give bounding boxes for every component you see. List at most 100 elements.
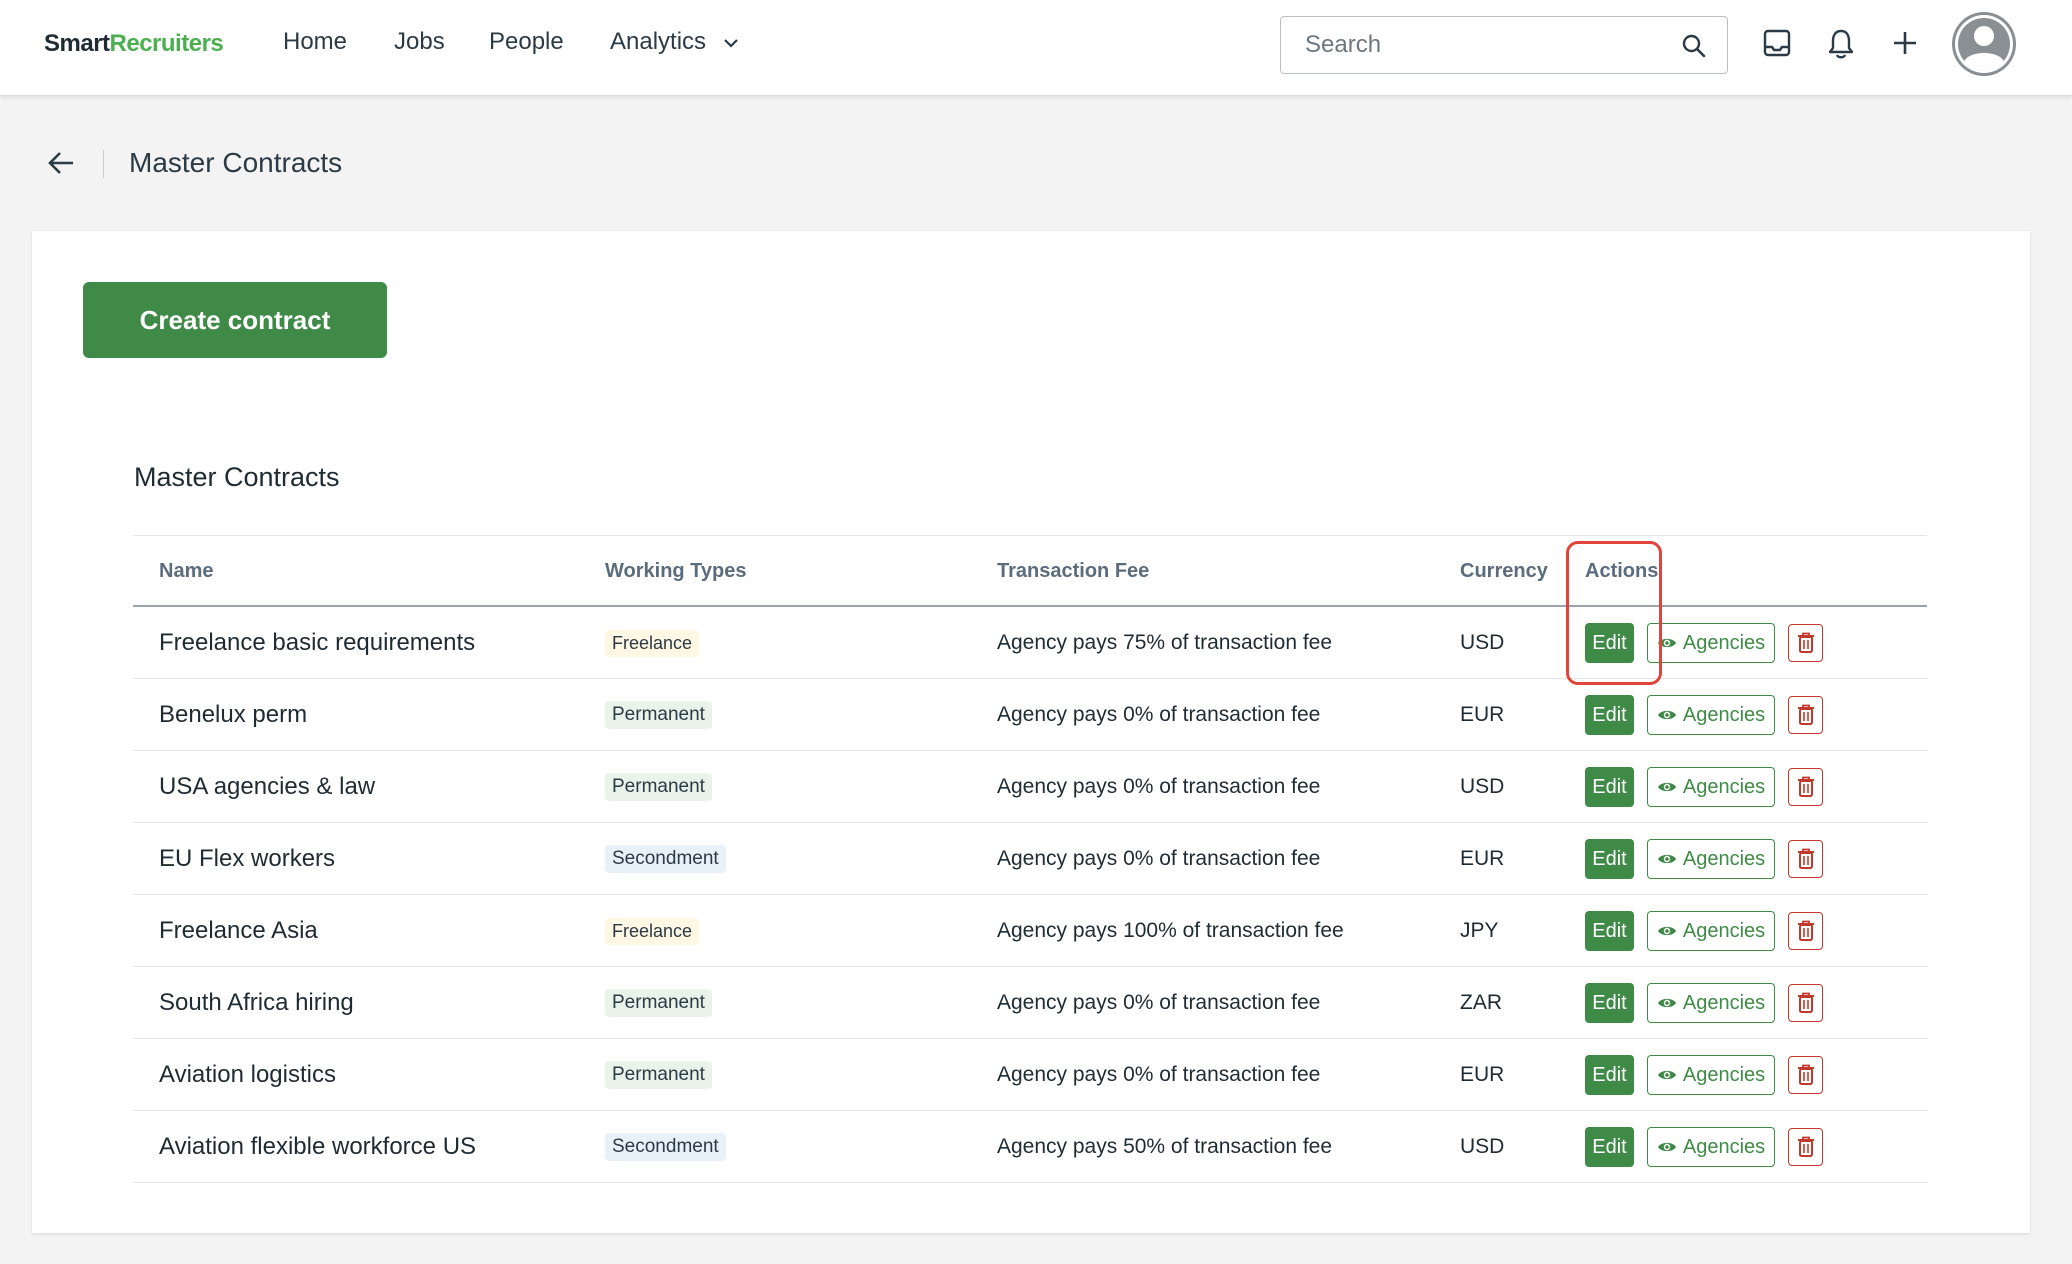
- eye-icon: [1657, 854, 1676, 864]
- working-type-badge: Freelance: [605, 629, 700, 657]
- delete-button[interactable]: [1788, 1128, 1823, 1166]
- contracts-table: Name Working Types Transaction Fee Curre…: [133, 535, 1927, 1183]
- search-input[interactable]: [1305, 29, 1665, 61]
- agencies-button[interactable]: Agencies: [1647, 911, 1775, 951]
- delete-button[interactable]: [1788, 768, 1823, 806]
- row-actions: Edit Agencies: [1585, 1111, 1823, 1183]
- trash-icon: [1797, 920, 1814, 941]
- transaction-fee: Agency pays 50% of transaction fee: [997, 1135, 1333, 1158]
- trash-icon: [1797, 992, 1814, 1013]
- chevron-down-icon: [723, 38, 738, 48]
- contract-name: Benelux perm: [159, 701, 308, 728]
- currency: EUR: [1460, 1063, 1505, 1086]
- agencies-button[interactable]: Agencies: [1647, 623, 1775, 663]
- trash-icon: [1797, 1136, 1814, 1157]
- currency: EUR: [1460, 847, 1505, 870]
- transaction-fee: Agency pays 0% of transaction fee: [997, 1063, 1321, 1086]
- logo-text-smart: Smart: [44, 30, 110, 57]
- eye-icon: [1657, 998, 1676, 1008]
- eye-icon: [1657, 710, 1676, 720]
- row-actions: Edit Agencies: [1585, 895, 1823, 967]
- delete-button[interactable]: [1788, 1056, 1823, 1094]
- agencies-button[interactable]: Agencies: [1647, 1127, 1775, 1167]
- working-type-badge: Secondment: [605, 845, 726, 873]
- edit-button[interactable]: Edit: [1585, 1127, 1634, 1167]
- column-header-working-types[interactable]: Working Types: [605, 560, 747, 583]
- edit-button[interactable]: Edit: [1585, 1055, 1634, 1095]
- eye-icon: [1657, 1142, 1676, 1152]
- table-row: EU Flex workers Secondment Agency pays 0% …: [133, 823, 1927, 895]
- contract-name: South Africa hiring: [159, 989, 354, 1016]
- create-contract-button[interactable]: Create contract: [83, 282, 387, 358]
- inbox-icon[interactable]: [1762, 28, 1792, 58]
- avatar[interactable]: [1952, 12, 2016, 76]
- column-header-transaction-fee[interactable]: Transaction Fee: [997, 560, 1149, 583]
- agencies-button[interactable]: Agencies: [1647, 839, 1775, 879]
- eye-icon: [1657, 926, 1676, 936]
- agencies-label: Agencies: [1682, 1063, 1766, 1086]
- table-row: Freelance basic requirements Freelance Age…: [133, 607, 1927, 679]
- agencies-button[interactable]: Agencies: [1647, 767, 1775, 807]
- contracts-card: Create contract Master Contracts Name Wo…: [32, 231, 2030, 1233]
- currency: EUR: [1460, 703, 1505, 726]
- agencies-button[interactable]: Agencies: [1647, 1055, 1775, 1095]
- contract-name: Aviation flexible workforce US: [159, 1133, 477, 1160]
- edit-button[interactable]: Edit: [1585, 623, 1634, 663]
- plus-icon[interactable]: [1890, 28, 1920, 58]
- transaction-fee: Agency pays 0% of transaction fee: [997, 775, 1321, 798]
- working-type-badge: Secondment: [605, 1133, 726, 1161]
- delete-button[interactable]: [1788, 912, 1823, 950]
- contract-name: EU Flex workers: [159, 845, 336, 872]
- nav-analytics[interactable]: Analytics: [610, 28, 739, 56]
- eye-icon: [1657, 782, 1676, 792]
- edit-button[interactable]: Edit: [1585, 983, 1634, 1023]
- top-navigation: SmartRecruiters Home Jobs People Analyti…: [0, 0, 2072, 96]
- edit-button[interactable]: Edit: [1585, 695, 1634, 735]
- table-body: Freelance basic requirements Freelance Age…: [133, 607, 1927, 1183]
- bell-icon[interactable]: [1826, 28, 1856, 60]
- edit-button[interactable]: Edit: [1585, 767, 1634, 807]
- delete-button[interactable]: [1788, 984, 1823, 1022]
- nav-people[interactable]: People: [489, 28, 564, 56]
- agencies-label: Agencies: [1682, 1135, 1766, 1158]
- row-actions: Edit Agencies: [1585, 607, 1823, 679]
- row-actions: Edit Agencies: [1585, 679, 1823, 751]
- search-icon[interactable]: [1681, 33, 1707, 59]
- agencies-label: Agencies: [1682, 703, 1766, 726]
- row-actions: Edit Agencies: [1585, 751, 1823, 823]
- currency: JPY: [1460, 919, 1499, 942]
- search-box[interactable]: [1280, 16, 1728, 74]
- nav-jobs[interactable]: Jobs: [394, 28, 445, 56]
- page-title: Master Contracts: [129, 147, 343, 178]
- table-row: Benelux perm Permanent Agency pays 0% of t…: [133, 679, 1927, 751]
- trash-icon: [1797, 632, 1814, 653]
- agencies-button[interactable]: Agencies: [1647, 695, 1775, 735]
- back-arrow-icon[interactable]: [46, 148, 76, 178]
- working-type-cell: Permanent: [605, 967, 712, 1039]
- delete-button[interactable]: [1788, 696, 1823, 734]
- edit-button[interactable]: Edit: [1585, 911, 1634, 951]
- logo[interactable]: SmartRecruiters: [44, 30, 224, 58]
- working-type-cell: Freelance: [605, 895, 700, 967]
- nav-home[interactable]: Home: [283, 28, 347, 56]
- section-title: Master Contracts: [134, 462, 340, 492]
- nav-analytics-label: Analytics: [610, 28, 707, 55]
- working-type-badge: Permanent: [605, 1061, 712, 1089]
- agencies-label: Agencies: [1682, 991, 1766, 1014]
- agencies-label: Agencies: [1682, 631, 1766, 654]
- user-icon: [1955, 15, 2013, 73]
- column-header-name[interactable]: Name: [159, 560, 213, 583]
- working-type-badge: Permanent: [605, 701, 712, 729]
- edit-button[interactable]: Edit: [1585, 839, 1634, 879]
- agencies-button[interactable]: Agencies: [1647, 983, 1775, 1023]
- transaction-fee: Agency pays 0% of transaction fee: [997, 991, 1321, 1014]
- contract-name: USA agencies & law: [159, 773, 376, 800]
- column-header-currency[interactable]: Currency: [1460, 560, 1548, 583]
- table-row: Aviation flexible workforce US Secondment…: [133, 1111, 1927, 1183]
- trash-icon: [1797, 1064, 1814, 1085]
- contract-name: Aviation logistics: [159, 1061, 336, 1088]
- row-actions: Edit Agencies: [1585, 1039, 1823, 1111]
- delete-button[interactable]: [1788, 624, 1823, 662]
- agencies-label: Agencies: [1682, 847, 1766, 870]
- delete-button[interactable]: [1788, 840, 1823, 878]
